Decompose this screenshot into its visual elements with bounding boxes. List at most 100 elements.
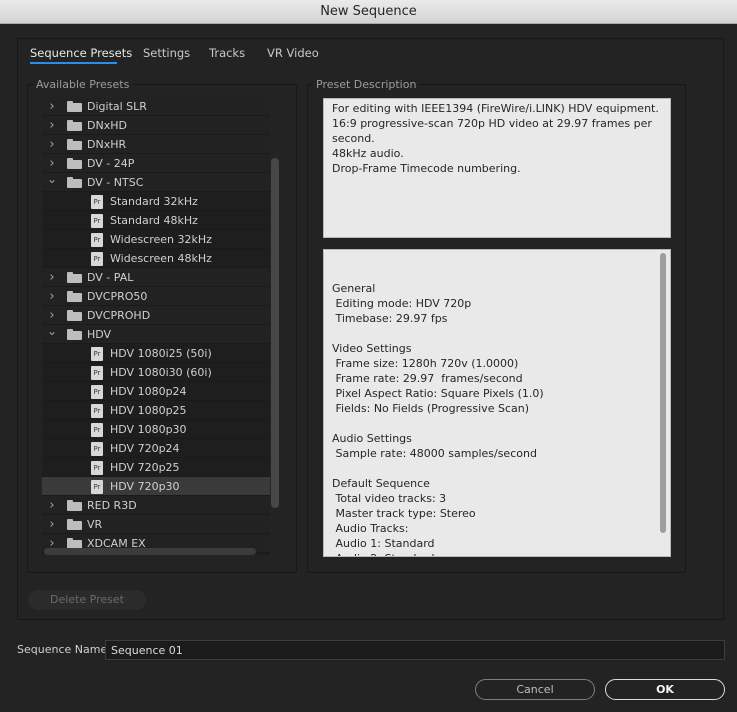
preset-detail-line: Editing mode: HDV 720p [332, 297, 472, 310]
details-scrollbar[interactable] [660, 253, 666, 533]
preset-detail-line [332, 461, 670, 476]
disclosure-collapsed-icon[interactable]: › [47, 268, 57, 287]
preset-item[interactable]: Pr HDV 1080i30 (60i) [42, 363, 270, 382]
tab-settings[interactable]: Settings [143, 46, 190, 62]
preset-folder-label: DNxHR [87, 138, 127, 151]
preset-detail-line: Audio Settings [332, 432, 412, 445]
disclosure-collapsed-icon[interactable]: › [47, 496, 57, 515]
preset-item[interactable]: Pr Widescreen 32kHz [42, 230, 270, 249]
preset-item-label: HDV 1080i25 (50i) [110, 347, 212, 360]
premiere-preset-icon: Pr [91, 423, 103, 437]
preset-folder[interactable]: › RED R3D [42, 496, 270, 515]
preset-item[interactable]: Pr HDV 1080p25 [42, 401, 270, 420]
sequence-name-input[interactable] [105, 640, 725, 660]
preset-item[interactable]: Pr HDV 1080p30 [42, 420, 270, 439]
preset-detail-line: Sample rate: 48000 samples/second [332, 447, 537, 460]
presets-vertical-scrollbar[interactable] [271, 158, 279, 508]
premiere-preset-icon: Pr [91, 404, 103, 418]
preset-folder[interactable]: › DNxHD [42, 116, 270, 135]
preset-detail-line: Total video tracks: 3 [332, 492, 447, 505]
preset-item-label: HDV 1080p30 [110, 423, 187, 436]
premiere-preset-icon: Pr [91, 233, 103, 247]
preset-folder-label: DVCPRO50 [87, 290, 148, 303]
premiere-preset-icon: Pr [91, 214, 103, 228]
disclosure-expanded-icon[interactable]: ⌄ [47, 322, 57, 341]
preset-folder-label: DV - NTSC [87, 176, 144, 189]
preset-item-label: HDV 720p24 [110, 442, 180, 455]
active-tab-indicator [30, 62, 117, 64]
preset-folder-label: DV - 24P [87, 157, 135, 170]
preset-item[interactable]: Pr Standard 32kHz [42, 192, 270, 211]
folder-icon [67, 158, 82, 169]
disclosure-collapsed-icon[interactable]: › [47, 287, 57, 306]
preset-folder[interactable]: › DVCPRO50 [42, 287, 270, 306]
preset-item-label: HDV 720p30 [110, 480, 180, 493]
premiere-preset-icon: Pr [91, 252, 103, 266]
delete-preset-button[interactable]: Delete Preset [28, 590, 146, 610]
preset-item-label: HDV 1080i30 (60i) [110, 366, 212, 379]
available-presets-title: Available Presets [33, 78, 133, 91]
preset-folder[interactable]: ⌄ DV - NTSC [42, 170, 270, 192]
disclosure-collapsed-icon[interactable]: › [47, 97, 57, 116]
preset-detail-line: Master track type: Stereo [332, 507, 476, 520]
disclosure-collapsed-icon[interactable]: › [47, 515, 57, 534]
preset-folder[interactable]: › DVCPROHD [42, 306, 270, 325]
preset-item[interactable]: Pr HDV 1080i25 (50i) [42, 344, 270, 363]
preset-folder[interactable]: › VR [42, 515, 270, 534]
preset-item[interactable]: Pr Widescreen 48kHz [42, 249, 270, 268]
preset-item[interactable]: Pr HDV 720p30 [42, 477, 270, 496]
preset-detail-line: Frame size: 1280h 720v (1.0000) [332, 357, 519, 370]
preset-description-text: For editing with IEEE1394 (FireWire/i.LI… [323, 98, 671, 238]
preset-folder[interactable]: › DV - PAL [42, 268, 270, 287]
premiere-preset-icon: Pr [91, 480, 103, 494]
premiere-preset-icon: Pr [91, 461, 103, 475]
sequence-name-label: Sequence Name: [17, 643, 111, 656]
preset-folder[interactable]: › DV - 24P [42, 154, 270, 173]
preset-detail-line [332, 326, 670, 341]
disclosure-collapsed-icon[interactable]: › [47, 116, 57, 135]
preset-folder-label: Digital SLR [87, 100, 147, 113]
preset-item-label: Standard 32kHz [110, 195, 198, 208]
folder-icon [67, 101, 82, 112]
tab-sequence-presets[interactable]: Sequence Presets [30, 46, 132, 62]
ok-button[interactable]: OK [605, 679, 725, 700]
folder-icon [67, 500, 82, 511]
folder-icon [67, 177, 82, 188]
preset-folder[interactable]: ⌄ HDV [42, 322, 270, 344]
preset-detail-line: Pixel Aspect Ratio: Square Pixels (1.0) [332, 387, 544, 400]
window-title: New Sequence [0, 0, 737, 24]
preset-item[interactable]: Pr HDV 720p24 [42, 439, 270, 458]
tab-tracks[interactable]: Tracks [209, 46, 245, 62]
preset-item[interactable]: Pr HDV 720p25 [42, 458, 270, 477]
tab-vr-video[interactable]: VR Video [267, 46, 319, 62]
folder-icon [67, 519, 82, 530]
preset-details-text: General Editing mode: HDV 720p Timebase:… [323, 249, 671, 557]
disclosure-collapsed-icon[interactable]: › [47, 135, 57, 154]
premiere-preset-icon: Pr [91, 347, 103, 361]
premiere-preset-icon: Pr [91, 366, 103, 380]
preset-detail-line: Audio Tracks: [332, 522, 409, 535]
folder-icon [67, 120, 82, 131]
preset-item[interactable]: Pr HDV 1080p24 [42, 382, 270, 401]
cancel-button[interactable]: Cancel [475, 679, 595, 700]
preset-item-label: Standard 48kHz [110, 214, 198, 227]
preset-item[interactable]: Pr Standard 48kHz [42, 211, 270, 230]
folder-icon [67, 310, 82, 321]
preset-folder-label: VR [87, 518, 103, 531]
folder-icon [67, 329, 82, 340]
preset-folder[interactable]: › DNxHR [42, 135, 270, 154]
disclosure-expanded-icon[interactable]: ⌄ [47, 170, 57, 189]
preset-folder[interactable]: › Digital SLR [42, 97, 270, 116]
preset-detail-line: Audio 1: Standard [332, 537, 435, 550]
preset-folder-label: HDV [87, 328, 112, 341]
preset-item-label: HDV 720p25 [110, 461, 180, 474]
preset-detail-line: Fields: No Fields (Progressive Scan) [332, 402, 529, 415]
preset-detail-line: Video Settings [332, 342, 412, 355]
presets-horizontal-scrollbar[interactable] [44, 548, 256, 555]
preset-item-label: HDV 1080p24 [110, 385, 187, 398]
preset-item-label: Widescreen 32kHz [110, 233, 212, 246]
premiere-preset-icon: Pr [91, 195, 103, 209]
preset-detail-line: Audio 2: Standard [332, 551, 670, 556]
preset-detail-line: Default Sequence [332, 477, 430, 490]
preset-folder-label: DNxHD [87, 119, 127, 132]
